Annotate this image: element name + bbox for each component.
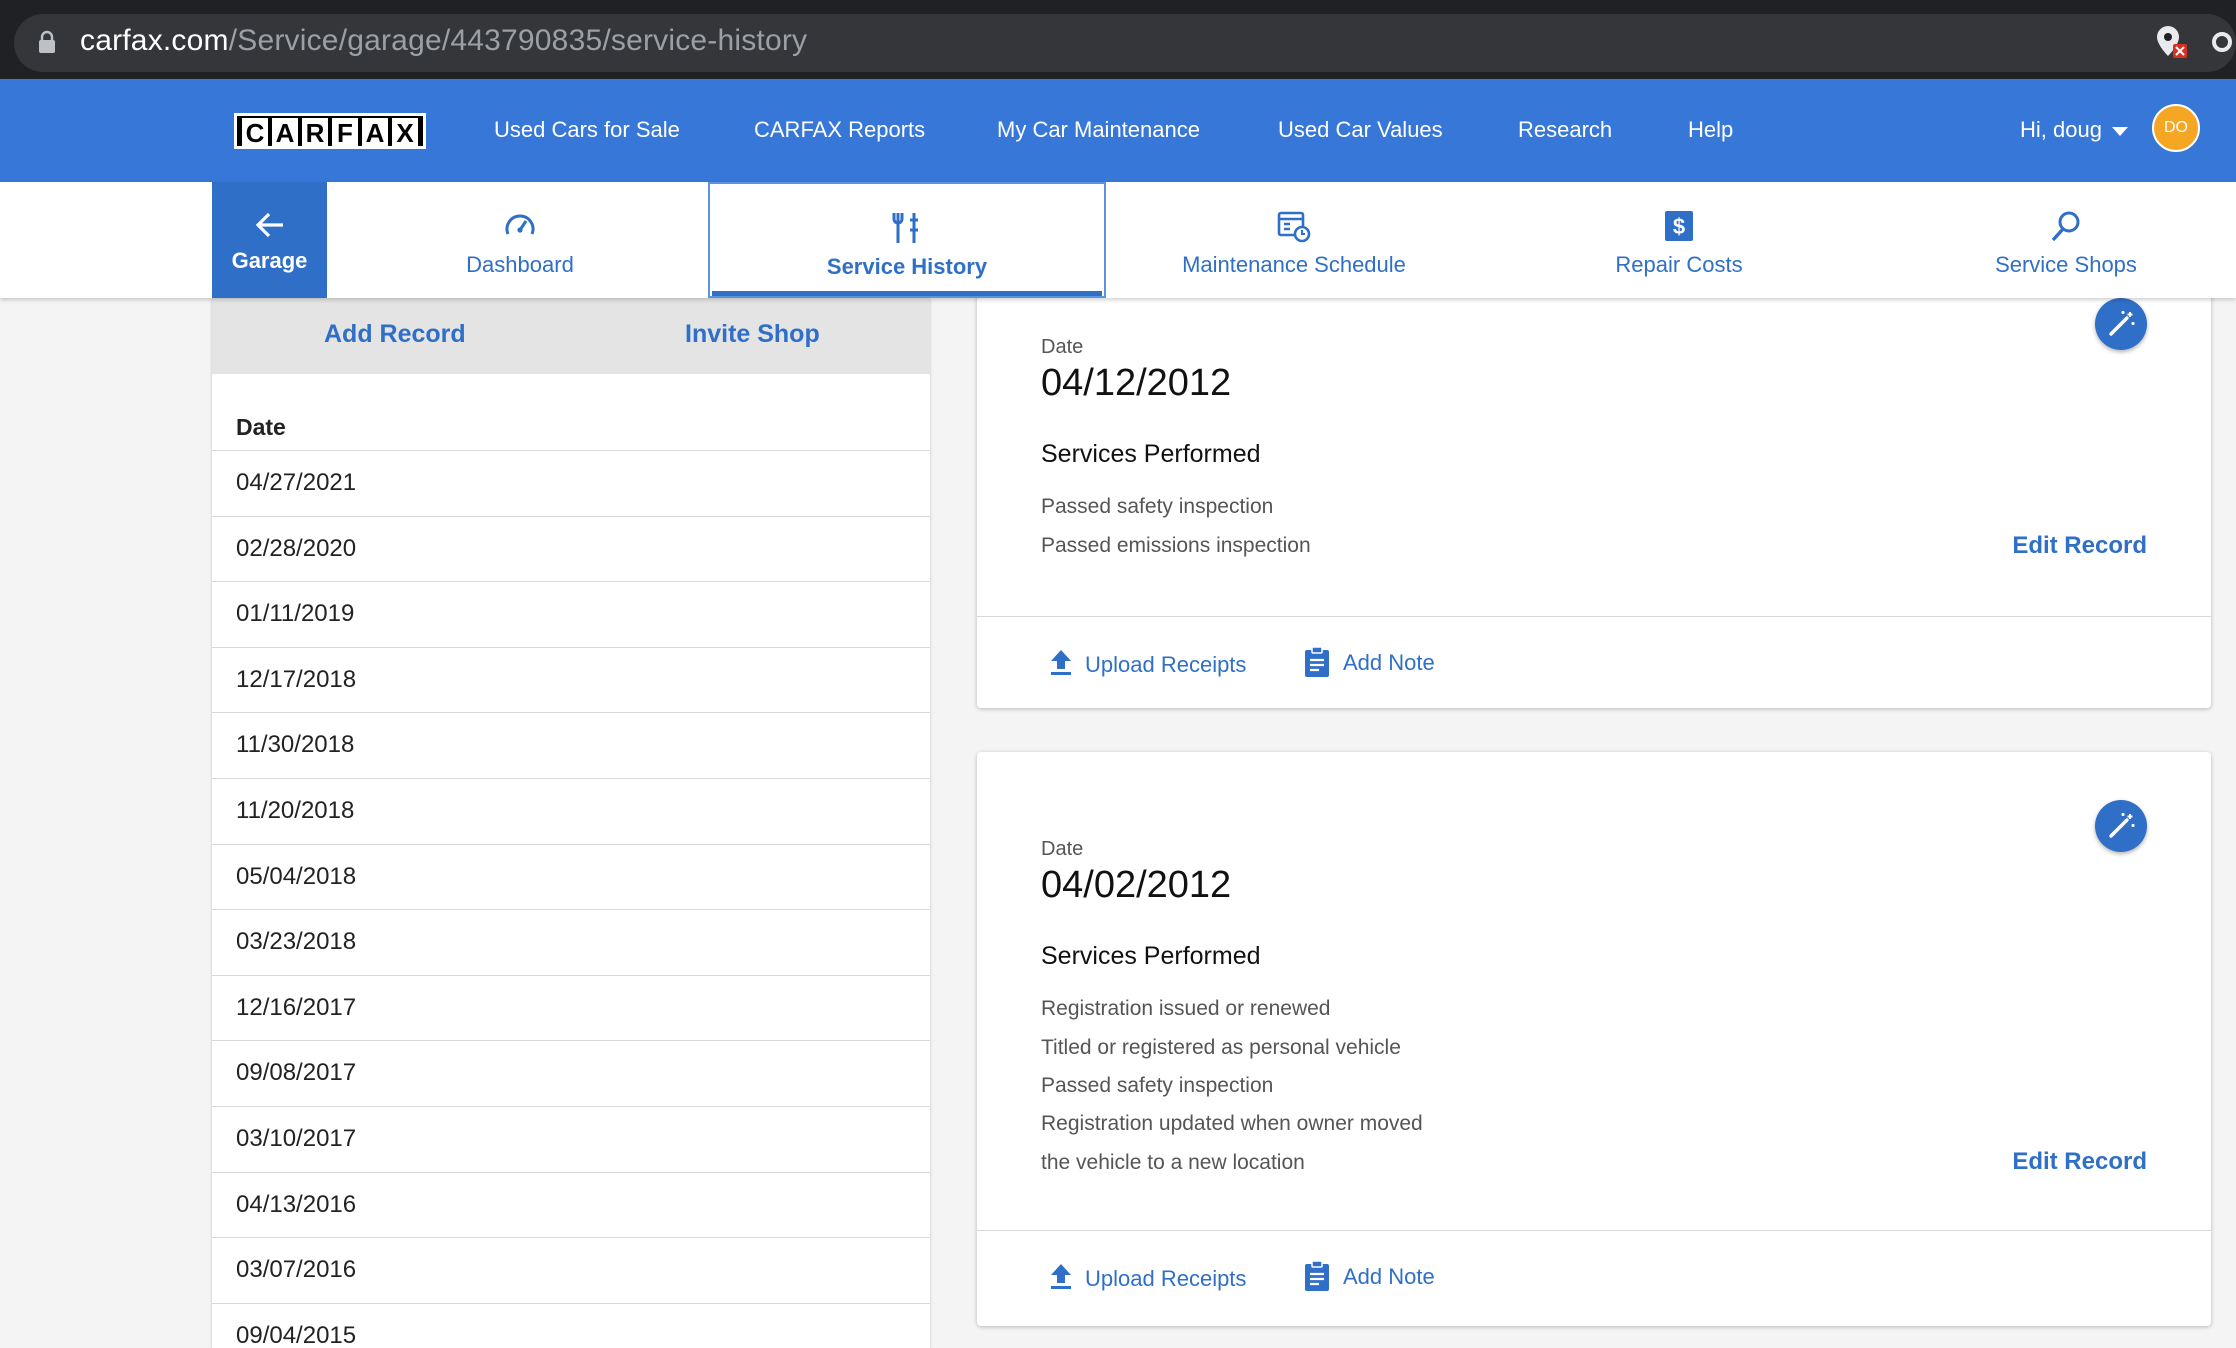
services-heading: Services Performed <box>1041 440 1261 468</box>
date-column-header: Date <box>236 414 286 440</box>
garage-back-button[interactable]: Garage <box>212 182 327 298</box>
tab-service-shops[interactable]: Service Shops <box>1876 182 2236 298</box>
tab-service-history[interactable]: Service History <box>708 182 1106 298</box>
logo-letter: X <box>392 118 418 148</box>
logo-letter: A <box>272 118 298 148</box>
carfax-logo[interactable]: C A R F A X <box>234 113 426 149</box>
key-icon[interactable] <box>2210 26 2236 58</box>
record-date: 04/12/2012 <box>1041 362 1232 404</box>
upload-icon[interactable] <box>1048 1262 1074 1290</box>
edit-magic-button[interactable] <box>2095 298 2147 350</box>
tab-label: Dashboard <box>466 252 574 277</box>
dollar-icon: $ <box>1665 211 1693 241</box>
services-heading: Services Performed <box>1041 942 1261 970</box>
tab-label: Service Shops <box>1995 252 2137 277</box>
list-item[interactable]: 04/27/2021 <box>212 450 930 516</box>
logo-letter: F <box>332 118 358 148</box>
service-date-list: Add Record Invite Shop Date 04/27/2021 0… <box>212 298 930 1348</box>
nav-used-car-values[interactable]: Used Car Values <box>1278 117 1443 143</box>
nav-carfax-reports[interactable]: CARFAX Reports <box>754 117 925 143</box>
list-item[interactable]: 02/28/2020 <box>212 515 930 582</box>
logo-letter: R <box>302 118 328 148</box>
service-item: Registration issued or renewed <box>1041 997 1331 1020</box>
search-icon <box>2051 211 2080 242</box>
lock-icon <box>39 30 55 53</box>
service-item: the vehicle to a new location <box>1041 1151 1305 1174</box>
url-path: /Service/garage/443790835/service-histor… <box>228 24 808 57</box>
tab-label: Repair Costs <box>1615 252 1743 277</box>
speedometer-icon <box>505 214 535 235</box>
url-host: carfax.com <box>80 24 229 57</box>
tab-repair-costs[interactable]: $ Repair Costs <box>1482 182 1876 298</box>
record-date: 04/02/2012 <box>1041 864 1232 906</box>
url-text[interactable]: carfax.com/Service/garage/443790835/serv… <box>80 24 807 58</box>
arrow-left-icon <box>255 212 283 238</box>
magic-wand-icon <box>2109 311 2135 336</box>
add-note-button[interactable]: Add Note <box>1343 1264 1435 1290</box>
date-rows: 04/27/2021 02/28/2020 01/11/2019 12/17/2… <box>212 450 930 1348</box>
service-item: Titled or registered as personal vehicle <box>1041 1036 1401 1059</box>
add-record-button[interactable]: Add Record <box>324 320 466 349</box>
upload-receipts-button[interactable]: Upload Receipts <box>1085 652 1246 678</box>
upload-receipts-button[interactable]: Upload Receipts <box>1085 1266 1246 1292</box>
add-note-button[interactable]: Add Note <box>1343 650 1435 676</box>
list-actions: Add Record Invite Shop <box>212 298 930 374</box>
location-blocked-icon[interactable] <box>2154 24 2188 60</box>
list-item[interactable]: 03/23/2018 <box>212 909 930 975</box>
list-item[interactable]: 09/04/2015 <box>212 1302 930 1348</box>
garage-label: Garage <box>231 248 308 273</box>
user-greeting[interactable]: Hi, doug <box>2020 117 2102 143</box>
list-item[interactable]: 11/20/2018 <box>212 777 930 844</box>
list-item[interactable]: 03/07/2016 <box>212 1237 930 1303</box>
upload-icon[interactable] <box>1048 648 1074 676</box>
clipboard-icon[interactable] <box>1303 1260 1331 1292</box>
tab-dashboard[interactable]: Dashboard <box>332 182 708 298</box>
magic-wand-icon <box>2109 813 2135 838</box>
card-divider <box>977 1230 2211 1231</box>
list-item[interactable]: 12/16/2017 <box>212 974 930 1041</box>
top-navigation: C A R F A X Used Cars for Sale CARFAX Re… <box>0 79 2236 182</box>
browser-toolbar: carfax.com/Service/garage/443790835/serv… <box>0 0 2236 79</box>
list-item[interactable]: 03/10/2017 <box>212 1105 930 1172</box>
vehicle-tab-bar: Garage Dashboard Service History Mainten… <box>0 182 2236 298</box>
list-item[interactable]: 09/08/2017 <box>212 1040 930 1106</box>
logo-letter: C <box>242 118 268 148</box>
nav-research[interactable]: Research <box>1518 117 1612 143</box>
list-item[interactable]: 05/04/2018 <box>212 843 930 910</box>
edit-record-button[interactable]: Edit Record <box>2012 1148 2147 1176</box>
edit-record-button[interactable]: Edit Record <box>2012 532 2147 560</box>
clipboard-icon[interactable] <box>1303 646 1331 678</box>
service-item: Registration updated when owner moved <box>1041 1112 1423 1135</box>
svg-text:$: $ <box>1673 214 1685 239</box>
active-tab-indicator <box>712 291 1102 296</box>
service-record-card: Date 04/12/2012 Services Performed Passe… <box>977 250 2211 708</box>
service-item: Passed safety inspection <box>1041 1074 1274 1097</box>
nav-help[interactable]: Help <box>1688 117 1733 143</box>
list-item[interactable]: 04/13/2016 <box>212 1171 930 1238</box>
date-label: Date <box>1041 838 1084 860</box>
tools-icon <box>892 213 918 243</box>
service-record-card: Date 04/02/2012 Services Performed Regis… <box>977 752 2211 1326</box>
tab-maintenance-schedule[interactable]: Maintenance Schedule <box>1106 182 1482 298</box>
tab-label: Maintenance Schedule <box>1182 252 1406 277</box>
nav-my-car-maintenance[interactable]: My Car Maintenance <box>997 117 1200 143</box>
logo-letter: A <box>362 118 388 148</box>
invite-shop-button[interactable]: Invite Shop <box>685 320 820 349</box>
tab-label: Service History <box>826 254 988 279</box>
nav-used-cars-for-sale[interactable]: Used Cars for Sale <box>494 117 680 143</box>
service-item: Passed safety inspection <box>1041 495 1274 518</box>
list-item[interactable]: 12/17/2018 <box>212 646 930 713</box>
list-item[interactable]: 01/11/2019 <box>212 581 930 647</box>
date-label: Date <box>1041 336 1084 358</box>
chevron-down-icon[interactable] <box>2112 127 2128 136</box>
avatar[interactable]: DO <box>2152 104 2200 152</box>
card-divider <box>977 616 2211 617</box>
list-item[interactable]: 11/30/2018 <box>212 712 930 778</box>
edit-magic-button[interactable] <box>2095 800 2147 852</box>
service-item: Passed emissions inspection <box>1041 534 1311 557</box>
calendar-clock-icon <box>1277 211 1311 243</box>
